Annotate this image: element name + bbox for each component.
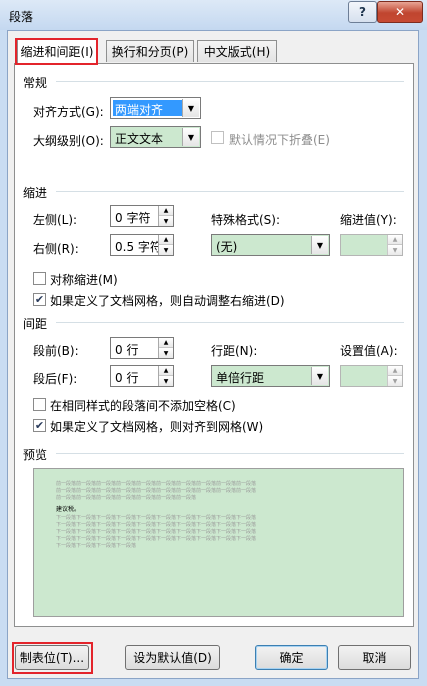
outline-level-label: 大纲级别(O): <box>33 134 104 148</box>
special-indent-label: 特殊格式(S): <box>211 213 281 227</box>
close-icon: ✕ <box>394 5 406 19</box>
snap-to-grid-label: 如果定义了文档网格，则对齐到网格(W) <box>50 420 264 434</box>
preview-prev-line: 前一段落前一段落前一段落前一段落前一段落前一段落前一段落前一段落前一段落前一段落 <box>56 481 257 487</box>
mirror-indents-checkbox[interactable] <box>33 272 46 285</box>
spin-down-icon[interactable]: ▼ <box>388 245 402 255</box>
spacing-before-spinner[interactable]: 0 行 ▲ ▼ <box>110 337 174 359</box>
special-indent-select[interactable]: (无) ▼ <box>211 234 330 256</box>
alignment-value: 两端对齐 <box>115 103 164 117</box>
alignment-select[interactable]: 两端对齐 ▼ <box>110 97 201 119</box>
spin-down-icon[interactable]: ▼ <box>159 216 173 226</box>
spacing-after-spinner[interactable]: 0 行 ▲ ▼ <box>110 365 174 387</box>
tab-line-page-breaks[interactable]: 换行和分页(P) <box>106 40 194 62</box>
collapse-checkbox[interactable] <box>211 131 224 144</box>
line-spacing-select[interactable]: 单倍行距 ▼ <box>211 365 330 387</box>
section-preview-title: 预览 <box>23 448 48 462</box>
preview-next-line: 下一段落下一段落下一段落下一段落 <box>56 543 137 549</box>
chevron-down-icon[interactable]: ▼ <box>182 128 199 146</box>
line-spacing-at-spinner[interactable]: ▲ ▼ <box>340 365 403 387</box>
section-indent-title: 缩进 <box>23 186 48 200</box>
section-spacing-title: 间距 <box>23 317 48 331</box>
window-title: 段落 <box>9 10 34 24</box>
divider <box>56 322 404 323</box>
chevron-down-icon[interactable]: ▼ <box>182 99 199 117</box>
mirror-indents-label: 对称缩进(M) <box>50 273 118 287</box>
spin-down-icon[interactable]: ▼ <box>159 376 173 386</box>
tabs-button-highlight-box <box>12 642 93 674</box>
help-icon: ? <box>359 5 366 19</box>
auto-adjust-checkbox[interactable]: ✔ <box>33 293 46 306</box>
section-general-title: 常规 <box>23 76 48 90</box>
tab-label: 换行和分页(P) <box>111 45 189 59</box>
help-button[interactable]: ? <box>348 1 377 23</box>
indent-by-spinner[interactable]: ▲ ▼ <box>340 234 403 256</box>
spin-up-icon[interactable]: ▲ <box>159 366 173 376</box>
spin-down-icon[interactable]: ▼ <box>159 348 173 358</box>
divider <box>56 81 404 82</box>
chevron-down-icon[interactable]: ▼ <box>311 236 328 254</box>
chevron-down-icon[interactable]: ▼ <box>311 367 328 385</box>
tab-highlight-box <box>15 38 98 65</box>
close-button[interactable]: ✕ <box>377 1 423 23</box>
tab-asian-typography[interactable]: 中文版式(H) <box>197 40 277 62</box>
alignment-label: 对齐方式(G): <box>33 105 104 119</box>
preview-next-line: 下一段落下一段落下一段落下一段落下一段落下一段落下一段落下一段落下一段落下一段落 <box>56 529 257 535</box>
line-spacing-label: 行距(N): <box>211 344 258 358</box>
auto-adjust-label: 如果定义了文档网格，则自动调整右缩进(D) <box>50 294 285 308</box>
spacing-after-value: 0 行 <box>115 371 139 385</box>
spacing-after-label: 段后(F): <box>33 372 78 386</box>
indent-left-spinner[interactable]: 0 字符 ▲ ▼ <box>110 205 174 227</box>
divider <box>56 453 404 454</box>
indent-by-label: 缩进值(Y): <box>340 213 397 227</box>
no-space-same-style-label: 在相同样式的段落间不添加空格(C) <box>50 399 236 413</box>
preview-prev-line: 前一段落前一段落前一段落前一段落前一段落前一段落前一段落前一段落前一段落前一段落 <box>56 488 257 494</box>
set-default-button[interactable]: 设为默认值(D) <box>125 645 220 670</box>
no-space-same-style-checkbox[interactable] <box>33 398 46 411</box>
divider <box>56 191 404 192</box>
spin-up-icon[interactable]: ▲ <box>388 235 402 245</box>
indent-left-value: 0 字符 <box>115 211 151 225</box>
spin-up-icon[interactable]: ▲ <box>159 235 173 245</box>
spin-down-icon[interactable]: ▼ <box>388 376 402 386</box>
snap-to-grid-checkbox[interactable]: ✔ <box>33 419 46 432</box>
spacing-before-value: 0 行 <box>115 343 139 357</box>
cancel-button[interactable]: 取消 <box>338 645 411 670</box>
ok-button[interactable]: 确定 <box>255 645 328 670</box>
spin-down-icon[interactable]: ▼ <box>159 245 173 255</box>
tab-label: 中文版式(H) <box>203 45 271 59</box>
line-spacing-at-label: 设置值(A): <box>340 344 398 358</box>
paragraph-preview: 前一段落前一段落前一段落前一段落前一段落前一段落前一段落前一段落前一段落前一段落… <box>33 468 404 617</box>
spin-up-icon[interactable]: ▲ <box>159 338 173 348</box>
indent-right-label: 右侧(R): <box>33 242 79 256</box>
spacing-before-label: 段前(B): <box>33 344 79 358</box>
spin-up-icon[interactable]: ▲ <box>159 206 173 216</box>
collapse-label: 默认情况下折叠(E) <box>229 133 330 147</box>
preview-next-line: 下一段落下一段落下一段落下一段落下一段落下一段落下一段落下一段落下一段落下一段落 <box>56 536 257 542</box>
special-indent-value: (无) <box>216 240 238 254</box>
preview-next-line: 下一段落下一段落下一段落下一段落下一段落下一段落下一段落下一段落下一段落下一段落 <box>56 522 257 528</box>
preview-next-line: 下一段落下一段落下一段落下一段落下一段落下一段落下一段落下一段落下一段落下一段落 <box>56 515 257 521</box>
outline-level-value: 正文文本 <box>115 132 164 146</box>
indent-right-spinner[interactable]: 0.5 字符 ▲ ▼ <box>110 234 174 256</box>
spin-up-icon[interactable]: ▲ <box>388 366 402 376</box>
preview-prev-line: 前一段落前一段落前一段落前一段落前一段落前一段落前一段落 <box>56 495 197 501</box>
indent-right-value: 0.5 字符 <box>115 240 162 254</box>
indent-left-label: 左侧(L): <box>33 213 78 227</box>
line-spacing-value: 单倍行距 <box>216 371 265 385</box>
preview-sample-text: 建议税。 <box>56 506 81 513</box>
outline-level-select[interactable]: 正文文本 ▼ <box>110 126 201 148</box>
